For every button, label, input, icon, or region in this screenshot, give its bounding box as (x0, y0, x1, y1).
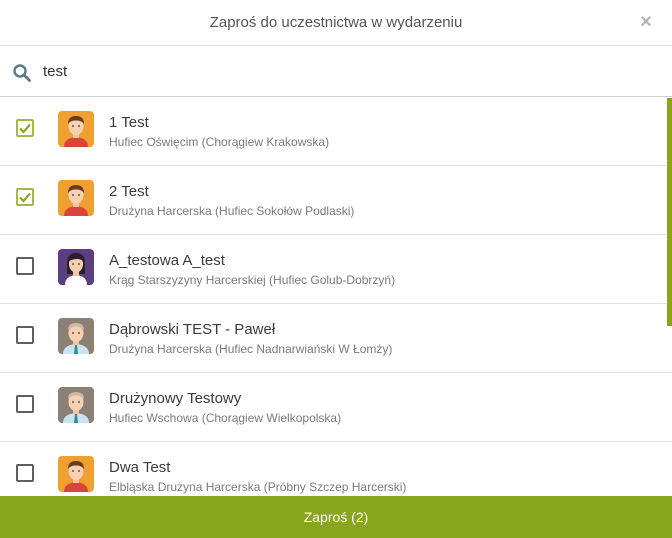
invite-button[interactable]: Zaproś (2) (0, 496, 672, 538)
dialog-header: Zaproś do uczestnictwa w wydarzeniu × (0, 0, 672, 46)
checkbox-checked[interactable] (16, 119, 34, 137)
checkbox[interactable] (16, 257, 34, 275)
person-name: Dwa Test (109, 459, 171, 476)
check-icon (19, 123, 31, 134)
person-unit: Elbląska Drużyna Harcerska (Próbny Szcze… (109, 480, 407, 494)
checkbox[interactable] (16, 326, 34, 344)
invite-dialog: Zaproś do uczestnictwa w wydarzeniu × 1 … (0, 0, 672, 538)
person-unit: Hufiec Oświęcim (Chorągiew Krakowska) (109, 135, 330, 149)
list-item[interactable]: Dwa Test Elbląska Drużyna Harcerska (Prób… (0, 443, 672, 496)
checkbox[interactable] (16, 464, 34, 482)
avatar (58, 111, 94, 147)
person-unit: Drużyna Harcerska (Hufiec Sokołów Podlas… (109, 204, 355, 218)
person-name: A_testowa A_test (109, 252, 225, 269)
person-unit: Hufiec Wschowa (Chorągiew Wielkopolska) (109, 411, 342, 425)
person-unit: Drużyna Harcerska (Hufiec Nadnarwiański … (109, 342, 393, 356)
list-item[interactable]: 1 Test Hufiec Oświęcim (Chorągiew Krakows… (0, 98, 672, 166)
person-name: 1 Test (109, 114, 149, 131)
search-bar (0, 47, 672, 97)
search-input[interactable] (40, 59, 646, 83)
scrollbar[interactable] (667, 98, 672, 326)
person-unit: Krąg Starszyzyny Harcerskiej (Hufiec Gol… (109, 273, 396, 287)
dialog-title: Zaproś do uczestnictwa w wydarzeniu (209, 14, 463, 31)
avatar (58, 387, 94, 423)
close-icon[interactable]: × (638, 12, 654, 32)
people-list: 1 Test Hufiec Oświęcim (Chorągiew Krakows… (0, 98, 672, 496)
checkbox[interactable] (16, 395, 34, 413)
list-item[interactable]: Drużynowy Testowy Hufiec Wschowa (Chorągi… (0, 374, 672, 442)
person-name: Drużynowy Testowy (109, 390, 242, 407)
avatar (58, 318, 94, 354)
person-name: 2 Test (109, 183, 149, 200)
list-item[interactable]: 2 Test Drużyna Harcerska (Hufiec Sokołów … (0, 167, 672, 235)
avatar (58, 249, 94, 285)
search-icon (13, 64, 31, 82)
check-icon (19, 192, 31, 203)
checkbox-checked[interactable] (16, 188, 34, 206)
list-item[interactable]: A_testowa A_test Krąg Starszyzyny Harcers… (0, 236, 672, 304)
avatar (58, 456, 94, 492)
list-item[interactable]: Dąbrowski TEST - Paweł Drużyna Harcerska … (0, 305, 672, 373)
person-name: Dąbrowski TEST - Paweł (109, 321, 276, 338)
avatar (58, 180, 94, 216)
